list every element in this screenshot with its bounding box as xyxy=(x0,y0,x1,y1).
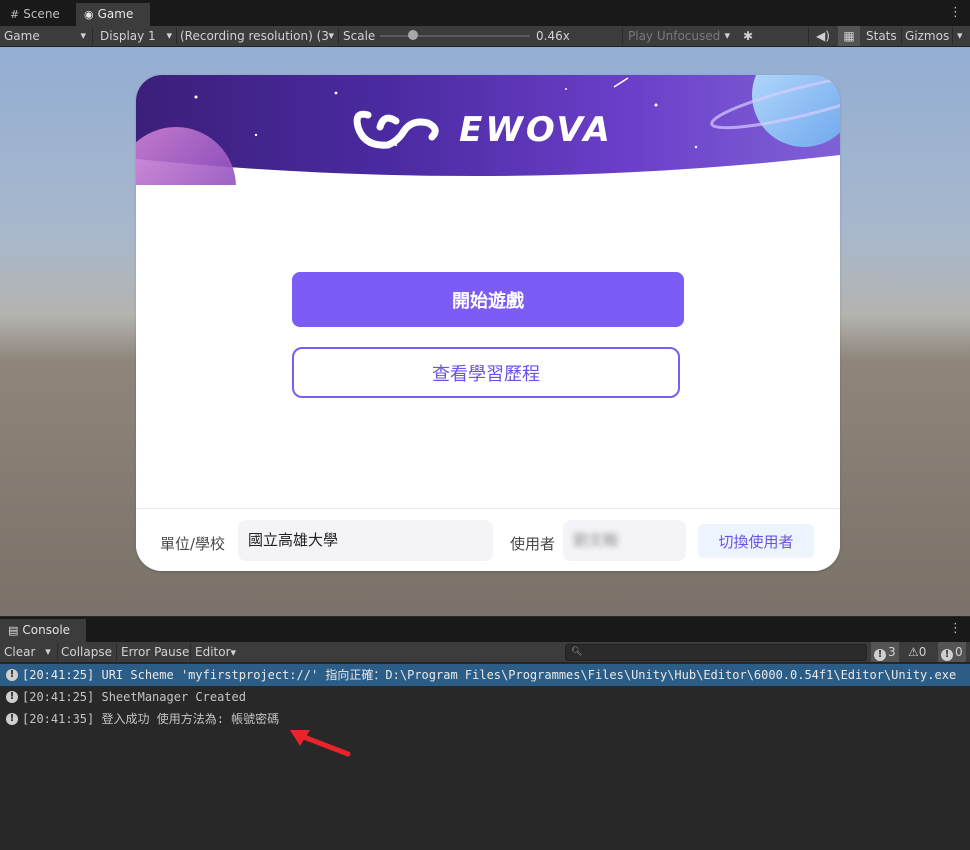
info-count-toggle[interactable]: ! 3 xyxy=(871,642,899,662)
more-options-icon[interactable]: ⋮ xyxy=(949,5,962,20)
divider xyxy=(808,28,809,44)
info-log-icon: ! xyxy=(6,713,18,725)
warning-icon: ⚠ xyxy=(908,645,919,659)
console-search-input[interactable]: 🔍︎ xyxy=(565,644,867,661)
scale-slider-handle[interactable] xyxy=(408,30,418,40)
chevron-down-icon: ▾ xyxy=(230,646,237,659)
gizmos-dropdown-arrow[interactable]: ▾ xyxy=(957,26,963,46)
logo-text: EWOVA xyxy=(459,110,613,150)
log-text: [20:41:25] SheetManager Created xyxy=(22,690,246,704)
bug-icon[interactable]: ✱ xyxy=(737,26,759,46)
editor-dropdown[interactable]: Editor▾ xyxy=(195,642,236,662)
editor-dropdown-label: Editor xyxy=(195,645,231,659)
warning-count: 0 xyxy=(918,645,927,659)
console-tab-bar: ▤ Console ⋮ xyxy=(0,617,970,642)
tab-scene[interactable]: # Scene xyxy=(2,3,68,26)
collapse-toggle[interactable]: Collapse xyxy=(61,642,112,662)
log-entry[interactable]: ! [20:41:25] SheetManager Created xyxy=(0,686,970,708)
console-toolbar: Clear ▾ Collapse Error Pause Editor▾ 🔍︎ … xyxy=(0,642,970,663)
tab-scene-label: Scene xyxy=(23,7,60,21)
stats-button[interactable]: Stats xyxy=(866,26,897,46)
annotation-arrow-icon xyxy=(290,730,351,757)
scale-label: Scale xyxy=(343,29,376,43)
console-icon: ▤ xyxy=(8,624,19,637)
tab-console-label: Console xyxy=(22,623,71,637)
info-log-icon: ! xyxy=(6,669,18,681)
error-icon: ! xyxy=(941,649,953,661)
error-count-toggle[interactable]: ! 0 xyxy=(938,642,966,662)
editor-tab-bar: # Scene ◉ Game ⋮ xyxy=(0,0,970,26)
error-pause-toggle[interactable]: Error Pause xyxy=(121,642,189,662)
info-count: 3 xyxy=(888,645,896,659)
warning-count-toggle[interactable]: ⚠0 xyxy=(908,642,926,662)
user-name: 劉文翰 xyxy=(573,531,619,549)
display-dropdown[interactable]: Display 1 xyxy=(100,26,174,46)
gamepad-icon: ◉ xyxy=(84,8,94,21)
tab-game-label: Game xyxy=(97,7,134,21)
clear-button[interactable]: Clear xyxy=(4,642,35,662)
divider xyxy=(952,28,953,44)
log-text: [20:41:25] URI Scheme 'myfirstproject://… xyxy=(22,668,957,682)
login-panel: EWOVA 開始遊戲 查看學習歷程 單位/學校 國立高雄大學 使用者 劉文翰 切… xyxy=(136,75,840,571)
banner-image: EWOVA xyxy=(136,75,840,185)
resolution-dropdown[interactable]: (Recording resolution) (3 xyxy=(180,26,336,46)
scale-slider-track[interactable] xyxy=(380,35,530,37)
log-text: [20:41:35] 登入成功 使用方法為: 帳號密碼 xyxy=(22,712,280,726)
error-count: 0 xyxy=(955,645,963,659)
divider xyxy=(176,28,177,44)
divider xyxy=(190,644,191,660)
game-toolbar: Game Display 1 (Recording resolution) (3… xyxy=(0,26,970,47)
switch-user-button[interactable]: 切換使用者 xyxy=(698,524,814,558)
play-mode-dropdown[interactable]: Play Unfocused xyxy=(628,26,732,46)
divider xyxy=(92,28,93,44)
audio-mute-icon[interactable]: ◀) xyxy=(812,26,834,46)
user-field: 劉文翰 xyxy=(563,520,686,561)
info-log-icon: ! xyxy=(6,691,18,703)
divider xyxy=(338,28,339,44)
view-learning-history-button[interactable]: 查看學習歷程 xyxy=(292,347,680,398)
divider xyxy=(116,644,117,660)
unit-field: 國立高雄大學 xyxy=(238,520,493,561)
user-info-bar: 單位/學校 國立高雄大學 使用者 劉文翰 切換使用者 xyxy=(136,508,840,571)
keyboard-shortcuts-icon[interactable]: ▦ xyxy=(838,26,860,46)
divider xyxy=(622,28,623,44)
tab-console[interactable]: ▤ Console xyxy=(0,619,86,642)
user-label: 使用者 xyxy=(510,535,556,553)
gizmos-button[interactable]: Gizmos xyxy=(905,26,949,46)
grid-icon: # xyxy=(10,8,20,21)
search-icon: 🔍︎ xyxy=(571,647,583,657)
tab-game[interactable]: ◉ Game xyxy=(76,3,150,26)
view-mode-dropdown[interactable]: Game xyxy=(4,26,88,46)
clear-options-dropdown[interactable]: ▾ xyxy=(40,642,56,662)
divider xyxy=(57,644,58,660)
log-entry[interactable]: ! [20:41:35] 登入成功 使用方法為: 帳號密碼 xyxy=(0,708,970,730)
log-entry[interactable]: ! [20:41:25] URI Scheme 'myfirstproject:… xyxy=(0,664,970,686)
info-icon: ! xyxy=(874,649,886,661)
unit-label: 單位/學校 xyxy=(160,535,226,553)
scale-value: 0.46x xyxy=(536,29,570,43)
start-game-button[interactable]: 開始遊戲 xyxy=(292,272,684,327)
game-viewport: EWOVA 開始遊戲 查看學習歷程 單位/學校 國立高雄大學 使用者 劉文翰 切… xyxy=(0,47,970,616)
console-more-options-icon[interactable]: ⋮ xyxy=(949,621,962,636)
divider xyxy=(901,28,902,44)
